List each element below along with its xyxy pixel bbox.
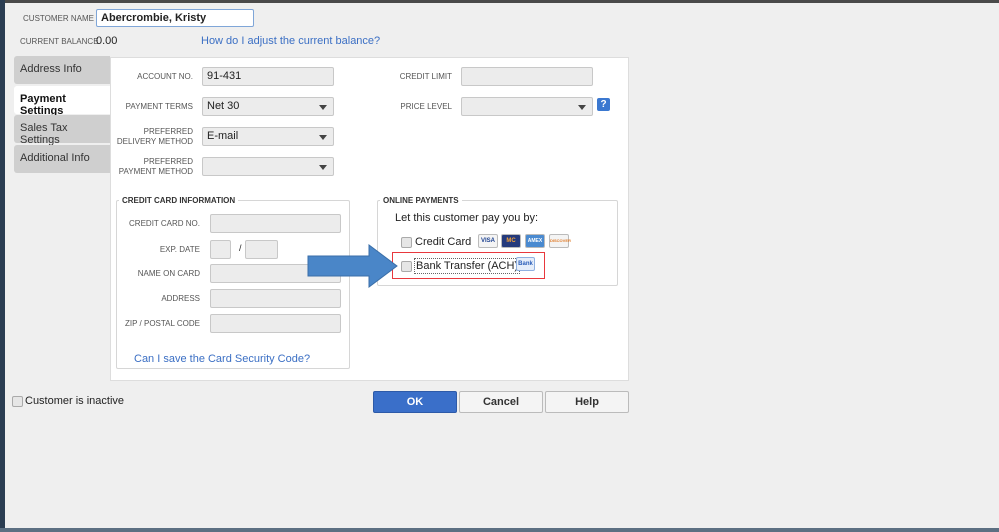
label-line: PREFERRED: [143, 127, 193, 136]
mastercard-icon: MC: [501, 234, 521, 248]
card-security-code-link[interactable]: Can I save the Card Security Code?: [134, 353, 310, 365]
arrow-annotation-icon: [307, 244, 398, 288]
window-top-border: [0, 0, 999, 3]
customer-name-input[interactable]: Abercrombie, Kristy: [96, 9, 254, 27]
address-label: ADDRESS: [161, 294, 200, 303]
exp-year-input[interactable]: [245, 240, 278, 259]
online-payments-title: ONLINE PAYMENTS: [383, 196, 459, 205]
exp-date-label: EXP. DATE: [159, 245, 200, 254]
bank-transfer-checkbox[interactable]: [401, 261, 412, 272]
payment-method-label: PREFERRED PAYMENT METHOD: [110, 157, 193, 177]
customer-name-label: CUSTOMER NAME: [23, 14, 94, 23]
label-line: PREFERRED: [143, 157, 193, 166]
amex-icon: AMEX: [525, 234, 545, 248]
exp-month-input[interactable]: [210, 240, 231, 259]
payment-method-select[interactable]: [202, 157, 334, 176]
current-balance-label: CURRENT BALANCE: [20, 37, 99, 46]
delivery-method-value: E-mail: [207, 130, 239, 142]
bank-icon: Bank: [516, 257, 535, 271]
discover-icon: DISCOVER: [549, 234, 571, 248]
payment-terms-value: Net 30: [207, 100, 240, 112]
credit-limit-input[interactable]: [461, 67, 593, 86]
bank-transfer-option-label: Bank Transfer (ACH): [414, 258, 521, 274]
account-no-label: ACCOUNT NO.: [137, 72, 193, 81]
current-balance-value: 0.00: [96, 35, 118, 47]
help-icon[interactable]: ?: [597, 98, 610, 111]
tab-payment-settings[interactable]: Payment Settings: [14, 86, 110, 117]
price-level-select[interactable]: [461, 97, 593, 116]
zip-label: ZIP / POSTAL CODE: [125, 319, 200, 328]
account-no-input[interactable]: 91-431: [202, 67, 334, 86]
name-on-card-label: NAME ON CARD: [137, 269, 200, 278]
payment-terms-select[interactable]: Net 30: [202, 97, 334, 116]
credit-card-info-title: CREDIT CARD INFORMATION: [122, 196, 236, 205]
tab-additional-info[interactable]: Additional Info: [14, 145, 110, 173]
credit-card-option-label: Credit Card: [415, 236, 472, 248]
tab-address-info[interactable]: Address Info: [14, 56, 110, 84]
help-button[interactable]: Help: [545, 391, 629, 413]
credit-card-checkbox[interactable]: [401, 237, 412, 248]
card-number-input[interactable]: [210, 214, 341, 233]
inactive-checkbox[interactable]: [12, 396, 23, 407]
payment-terms-label: PAYMENT TERMS: [125, 102, 193, 111]
credit-limit-label: CREDIT LIMIT: [399, 72, 452, 81]
delivery-method-select[interactable]: E-mail: [202, 127, 334, 146]
exp-separator: /: [239, 243, 242, 253]
label-line: PAYMENT METHOD: [118, 167, 193, 176]
tab-sales-tax-settings[interactable]: Sales Tax Settings: [14, 115, 110, 146]
price-level-label: PRICE LEVEL: [400, 102, 452, 111]
ok-button[interactable]: OK: [373, 391, 457, 413]
delivery-method-label: PREFERRED DELIVERY METHOD: [110, 127, 193, 147]
cancel-button[interactable]: Cancel: [459, 391, 543, 413]
visa-icon: VISA: [478, 234, 498, 248]
address-input[interactable]: [210, 289, 341, 308]
card-number-label: CREDIT CARD NO.: [129, 219, 200, 228]
label-line: DELIVERY METHOD: [116, 137, 193, 146]
zip-input[interactable]: [210, 314, 341, 333]
adjust-balance-link[interactable]: How do I adjust the current balance?: [201, 35, 380, 47]
online-payments-prompt: Let this customer pay you by:: [395, 212, 539, 224]
inactive-label: Customer is inactive: [25, 395, 125, 407]
background-app-strip: [0, 0, 5, 532]
window-bottom-border: [0, 528, 999, 532]
